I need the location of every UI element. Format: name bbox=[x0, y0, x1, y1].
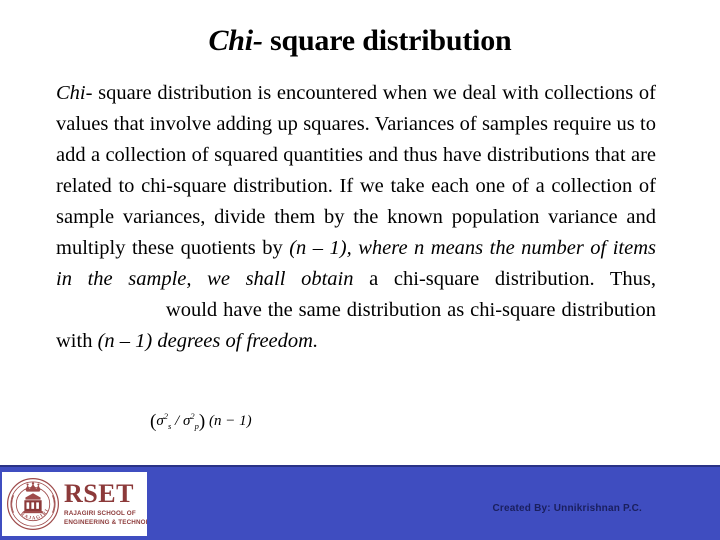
body-run-thus: a chi-square distribution. Thus, bbox=[353, 268, 656, 290]
logo-subtitle-line-2: ENGINEERING & TECHNOLOGY bbox=[64, 519, 147, 526]
formula-expression: (σ2s / σ2p) (n − 1) bbox=[150, 412, 252, 431]
institution-logo: RAJAGIRI RSET RAJAGIRI SCHOOL OF ENGINEE… bbox=[2, 472, 147, 536]
logo-rset-text: RSET bbox=[64, 478, 134, 508]
formula-sigma-population-subscript: p bbox=[194, 421, 199, 431]
formula-factor: (n − 1) bbox=[205, 413, 252, 429]
footer-credit: Created By: Unnikrishnan P.C. bbox=[492, 503, 642, 514]
formula-sigma-population: σ bbox=[182, 413, 191, 429]
body-run-degrees-of-freedom-italic: (n – 1) degrees of freedom. bbox=[97, 330, 319, 352]
logo-subtitle-line-1: RAJAGIRI SCHOOL OF bbox=[64, 509, 136, 517]
formula-sigma-sample-subscript: s bbox=[167, 421, 172, 431]
slide-canvas: Chi- square distribution Chi- square dis… bbox=[0, 0, 720, 540]
formula-close-paren: ) bbox=[198, 411, 206, 432]
formula-sigma-sample-exponent: 2 bbox=[163, 411, 168, 421]
formula-open-paren: ( bbox=[150, 411, 157, 432]
formula-sigma-sample: σ bbox=[156, 413, 164, 429]
page-title-rest-part: square distribution bbox=[262, 24, 512, 57]
body-run-chi-italic: Chi- bbox=[56, 82, 93, 104]
page-title: Chi- square distribution bbox=[0, 24, 720, 58]
body-run-main: square distribution is encountered when … bbox=[56, 82, 656, 259]
logo-wordmark-block: RSET RAJAGIRI SCHOOL OF ENGINEERING & TE… bbox=[64, 478, 147, 527]
formula-divider: / bbox=[171, 413, 183, 429]
rajagiri-crest-icon: RAJAGIRI bbox=[7, 478, 59, 530]
page-title-italic-part: Chi- bbox=[208, 24, 263, 57]
body-paragraph: Chi- square distribution is encountered … bbox=[56, 78, 656, 357]
formula-sigma-population-exponent: 2 bbox=[190, 411, 195, 421]
formula-image: (σ2s / σ2p) (n − 1) bbox=[150, 404, 274, 442]
body-text-block: Chi- square distribution is encountered … bbox=[56, 78, 656, 357]
